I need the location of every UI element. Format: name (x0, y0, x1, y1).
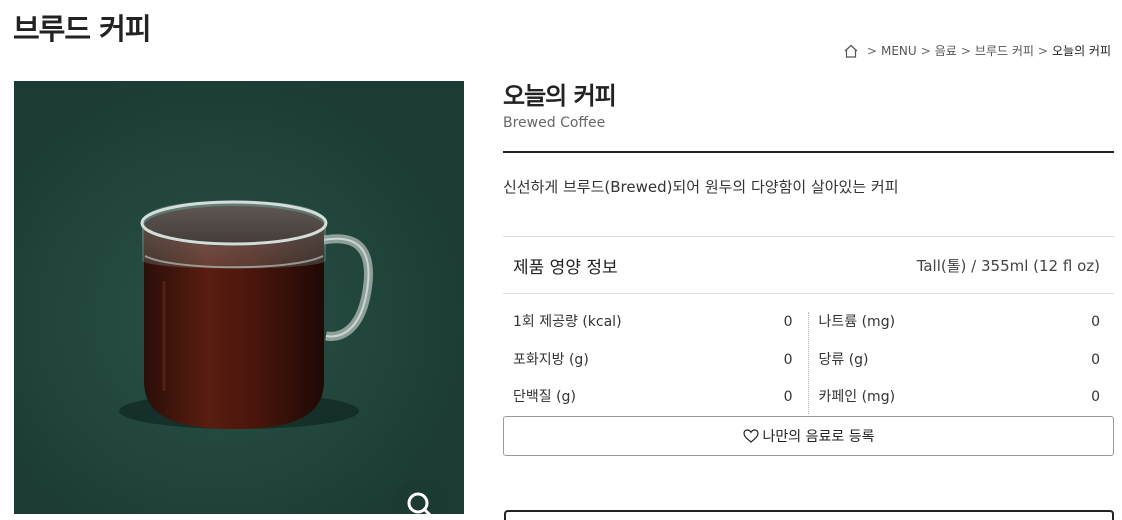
breadcrumb: > MENU > 음료 > 브루드 커피 > 오늘의 커피 (843, 42, 1111, 59)
heart-icon (742, 429, 759, 443)
nutrition-row-sugar: 당류 (g) 0 (819, 350, 1101, 388)
chevron-right-icon: > (920, 43, 931, 58)
divider (503, 151, 1114, 153)
nutrition-value: 0 (1091, 314, 1100, 330)
chevron-right-icon: > (866, 43, 877, 58)
nutrition-row-caffeine: 카페인 (mg) 0 (819, 387, 1101, 425)
page-title: 브루드 커피 (13, 12, 151, 46)
nutrition-row-kcal: 1회 제공량 (kcal) 0 (513, 312, 793, 350)
register-button-label: 나만의 음료로 등록 (762, 429, 875, 445)
nutrition-label: 카페인 (mg) (818, 389, 896, 405)
nutrition-label: 포화지방 (g) (513, 351, 589, 368)
nutrition-column-left: 1회 제공량 (kcal) 0 포화지방 (g) 0 단백질 (g) 0 (503, 312, 809, 414)
nutrition-row-sodium: 나트륨 (mg) 0 (819, 312, 1101, 350)
chevron-right-icon: > (1037, 43, 1048, 58)
nutrition-label: 나트륨 (mg) (818, 314, 896, 330)
search-icon (405, 490, 435, 514)
nutrition-value: 0 (783, 351, 793, 368)
nutrition-value: 0 (1091, 389, 1100, 405)
serving-size: Tall(톨) / 355ml (12 fl oz) (916, 256, 1100, 275)
nutrition-label: 1회 제공량 (kcal) (513, 314, 622, 330)
product-name-en: Brewed Coffee (503, 115, 606, 131)
coffee-mug-image (14, 81, 464, 514)
product-image (14, 81, 464, 514)
nutrition-label: 당류 (g) (818, 351, 869, 368)
nutrition-value: 0 (783, 389, 793, 405)
breadcrumb-item-current[interactable]: 오늘의 커피 (1052, 42, 1111, 59)
nutrition-row-saturated-fat: 포화지방 (g) 0 (513, 350, 793, 388)
nutrition-value: 0 (783, 314, 793, 330)
nutrition-header: 제품 영양 정보 Tall(톨) / 355ml (12 fl oz) (503, 236, 1114, 294)
next-button-partial[interactable] (504, 510, 1114, 520)
nutrition-column-right: 나트륨 (mg) 0 당류 (g) 0 카페인 (mg) 0 (809, 312, 1115, 414)
product-name: 오늘의 커피 (503, 82, 617, 110)
nutrition-row-protein: 단백질 (g) 0 (513, 387, 793, 425)
product-detail: 오늘의 커피 Brewed Coffee 신선하게 브루드(Brewed)되어 … (503, 76, 1114, 456)
home-icon[interactable] (843, 44, 859, 58)
nutrition-value: 0 (1091, 351, 1100, 368)
nutrition-label: 단백질 (g) (513, 389, 576, 405)
chevron-right-icon: > (960, 43, 971, 58)
breadcrumb-item-drinks[interactable]: 음료 (935, 42, 957, 59)
nutrition-table: 1회 제공량 (kcal) 0 포화지방 (g) 0 단백질 (g) 0 나트륨… (503, 294, 1114, 414)
nutrition-title: 제품 영양 정보 (513, 257, 618, 278)
product-description: 신선하게 브루드(Brewed)되어 원두의 다양함이 살아있는 커피 (503, 178, 899, 196)
breadcrumb-item-menu[interactable]: MENU (881, 44, 917, 58)
breadcrumb-item-brewed-coffee[interactable]: 브루드 커피 (975, 42, 1034, 59)
